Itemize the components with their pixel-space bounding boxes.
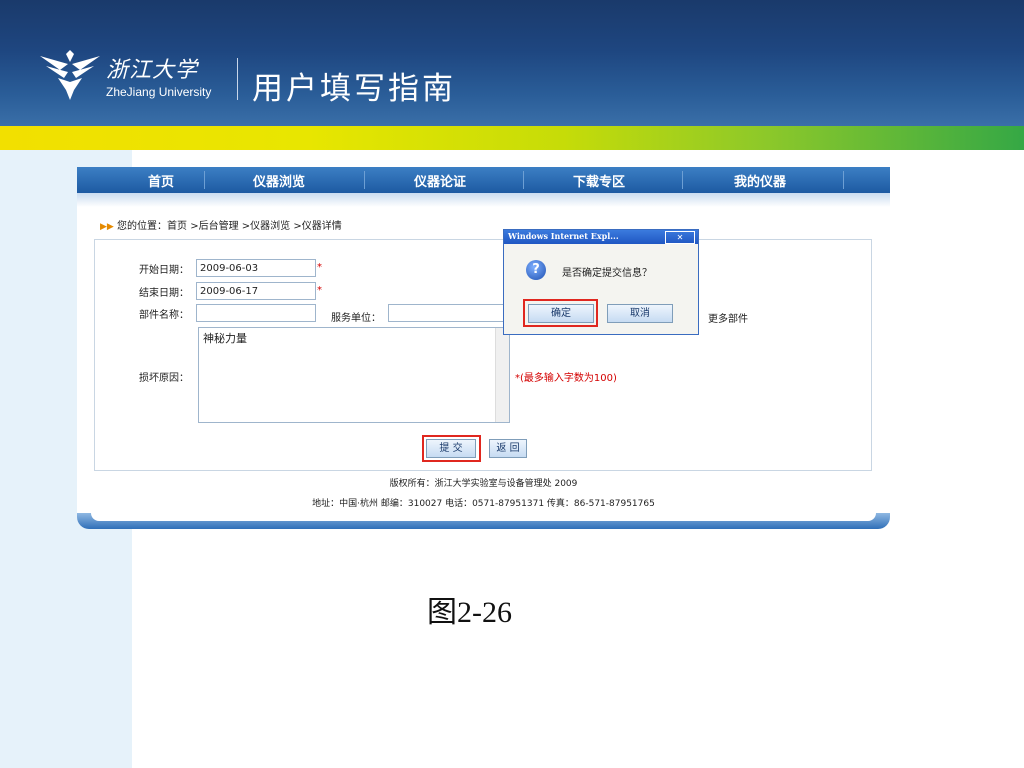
textarea-scrollbar[interactable] (495, 328, 509, 422)
nav-divider (843, 171, 844, 189)
gradient-band (0, 126, 1024, 150)
nav-item-instrument-browse[interactable]: 仪器浏览 (253, 171, 305, 190)
reason-length-hint: *(最多输入字数为100) (515, 373, 617, 384)
damage-reason-textarea[interactable]: 神秘力量 (198, 327, 510, 423)
start-date-label: 开始日期： (139, 265, 189, 276)
required-mark: * (317, 285, 322, 296)
part-name-label: 部件名称： (139, 310, 189, 321)
nav-divider (204, 171, 205, 189)
footer-address: 地址：中国·杭州 邮编：310027 电话：0571-87951371 传真：8… (312, 499, 655, 509)
start-date-input[interactable]: 2009-06-03 (196, 259, 316, 277)
nav-item-home[interactable]: 首页 (148, 171, 174, 190)
nav-item-instrument-review[interactable]: 仪器论证 (414, 171, 466, 190)
nav-divider (682, 171, 683, 189)
part-name-input[interactable] (196, 304, 316, 322)
breadcrumb-arrow-icon: ▶▶ (100, 222, 114, 232)
back-button[interactable]: 返 回 (489, 439, 527, 458)
figure-caption: 图2-26 (427, 596, 512, 629)
university-logo-icon (40, 50, 100, 100)
confirm-dialog: Windows Internet Expl... ✕ ? 是否确定提交信息？ 确… (503, 229, 699, 335)
submit-highlight-box (422, 435, 481, 462)
app-screenshot: 首页 仪器浏览 仪器论证 下载专区 我的仪器 ▶▶ 您的位置：首页 >后台管理 … (77, 167, 890, 529)
more-parts-link[interactable]: 更多部件 (708, 310, 748, 325)
end-date-input[interactable]: 2009-06-17 (196, 282, 316, 300)
slide-header: 浙江大学 ZheJiang University 用户填写指南 (0, 0, 1024, 126)
nav-shade (77, 193, 890, 207)
damage-reason-text: 神秘力量 (203, 332, 247, 345)
service-unit-input[interactable] (388, 304, 508, 322)
dialog-titlebar[interactable]: Windows Internet Expl... ✕ (504, 230, 698, 244)
question-icon: ? (526, 260, 546, 280)
ok-highlight-box (523, 299, 598, 327)
dialog-title: Windows Internet Expl... (508, 231, 619, 241)
close-icon[interactable]: ✕ (665, 231, 695, 244)
footer-copyright: 版权所有：浙江大学实验室与设备管理处 2009 (389, 479, 578, 489)
screenshot-bottom-frame (77, 513, 890, 529)
nav-item-my-instruments[interactable]: 我的仪器 (734, 171, 786, 190)
end-date-label: 结束日期： (139, 288, 189, 299)
breadcrumb-text: 您的位置：首页 >后台管理 >仪器浏览 >仪器详情 (117, 221, 342, 232)
nav-divider (523, 171, 524, 189)
breadcrumb: ▶▶ 您的位置：首页 >后台管理 >仪器浏览 >仪器详情 (100, 217, 342, 232)
damage-reason-label: 损坏原因： (139, 373, 189, 384)
dialog-cancel-button[interactable]: 取消 (607, 304, 673, 323)
university-name-cn: 浙江大学 (106, 58, 199, 83)
service-unit-label: 服务单位： (331, 313, 381, 324)
required-mark: * (317, 262, 322, 273)
header-divider (237, 58, 238, 100)
top-nav: 首页 仪器浏览 仪器论证 下载专区 我的仪器 (77, 167, 890, 193)
university-name-en: ZheJiang University (106, 85, 212, 99)
dialog-message: 是否确定提交信息？ (562, 268, 652, 279)
nav-item-downloads[interactable]: 下载专区 (573, 171, 625, 190)
page-title: 用户填写指南 (252, 71, 456, 107)
nav-divider (364, 171, 365, 189)
